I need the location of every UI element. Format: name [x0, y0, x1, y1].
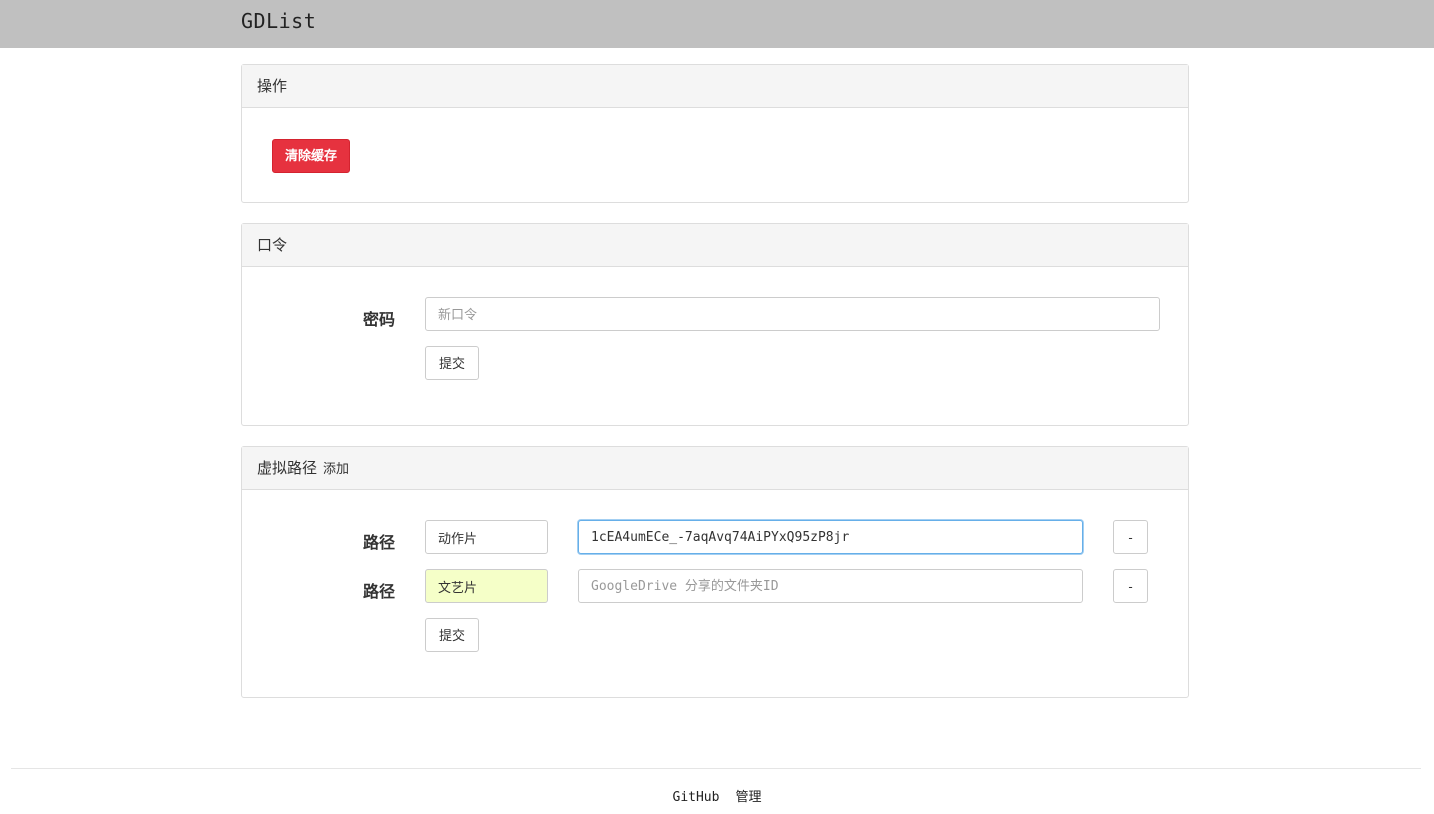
- footer-link-github[interactable]: GitHub: [673, 790, 720, 805]
- footer-divider: [11, 768, 1421, 769]
- folder-id-input[interactable]: [578, 569, 1083, 603]
- folder-id-input[interactable]: [578, 520, 1083, 554]
- password-label: 密码: [363, 310, 396, 329]
- path-label: 路径: [363, 582, 396, 601]
- password-panel: 口令 密码 提交: [241, 223, 1189, 426]
- path-name-input[interactable]: [425, 569, 548, 603]
- actions-panel-heading: 操作: [242, 65, 1188, 108]
- virtual-paths-panel: 虚拟路径添加 路径 - 路径 - 提交: [241, 446, 1189, 698]
- path-label: 路径: [363, 533, 396, 552]
- remove-path-button[interactable]: -: [1113, 520, 1148, 554]
- new-password-input[interactable]: [425, 297, 1160, 331]
- virtual-paths-heading-text: 虚拟路径: [257, 459, 318, 477]
- add-path-link[interactable]: 添加: [323, 462, 349, 477]
- clear-cache-button[interactable]: 清除缓存: [272, 139, 351, 173]
- footer-link-admin[interactable]: 管理: [735, 790, 761, 805]
- footer: GitHub 管理: [0, 786, 1434, 805]
- brand-title[interactable]: GDList: [241, 9, 316, 33]
- path-name-input[interactable]: [425, 520, 548, 554]
- remove-path-button[interactable]: -: [1113, 569, 1148, 603]
- top-navbar: GDList: [0, 0, 1434, 48]
- password-submit-button[interactable]: 提交: [425, 346, 479, 380]
- password-panel-heading: 口令: [242, 224, 1188, 267]
- paths-submit-button[interactable]: 提交: [425, 618, 479, 652]
- virtual-paths-panel-heading: 虚拟路径 添加: [242, 447, 1188, 490]
- actions-panel: 操作 清除缓存: [241, 64, 1189, 203]
